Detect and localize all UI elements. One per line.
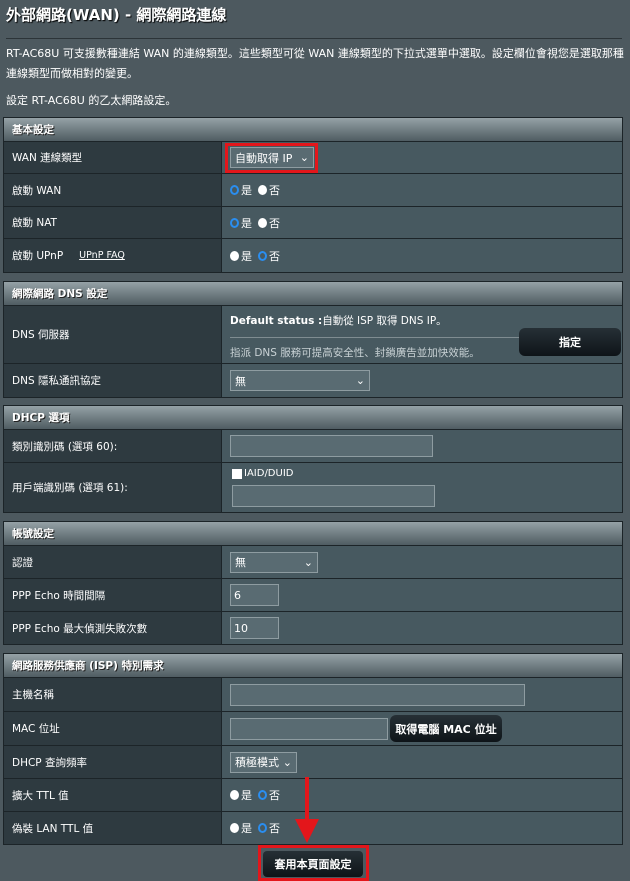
extend-ttl-yes[interactable]: 是 [230, 787, 252, 803]
assign-dns-button[interactable]: 指定 [519, 328, 621, 356]
echo-interval-input[interactable]: 6 [230, 584, 279, 606]
enable-nat-yes[interactable]: 是 [230, 215, 252, 231]
echo-interval-label: PPP Echo 時間間隔 [4, 579, 222, 611]
section-dhcp: DHCP 選項 類別識別碼 (選項 60): 用戶端識別碼 (選項 61): I… [3, 405, 623, 513]
upnp-faq-link[interactable]: UPnP FAQ [79, 250, 125, 261]
section-basic: 基本設定 WAN 連線類型 自動取得 IP ⌄ 啟動 WAN 是否 啟動 NAT … [3, 117, 623, 273]
auth-label: 認證 [4, 546, 222, 578]
section-dns: 網際網路 DNS 設定 DNS 伺服器 Default status :自動從 … [3, 281, 623, 398]
enable-upnp-label: 啟動 UPnP [12, 250, 64, 262]
divider [6, 38, 622, 39]
chevron-down-icon: ⌄ [303, 555, 313, 569]
enable-wan-yes[interactable]: 是 [230, 182, 252, 198]
hostname-input[interactable] [230, 683, 525, 706]
client-id-input[interactable] [232, 485, 435, 507]
dhcp-freq-select[interactable]: 積極模式 ⌄ [230, 751, 297, 773]
echo-fail-input[interactable]: 10 [230, 617, 279, 639]
chevron-down-icon: ⌄ [355, 374, 365, 387]
chevron-down-icon: ⌄ [282, 755, 292, 769]
dhcp-freq-label: DHCP 查詢頻率 [4, 746, 222, 778]
extend-ttl-no[interactable]: 否 [258, 787, 280, 803]
default-status-value: 自動從 ISP 取得 DNS IP。 [322, 315, 447, 327]
enable-upnp-no[interactable]: 否 [258, 248, 280, 264]
section-title: DHCP 選項 [4, 406, 622, 430]
auth-select[interactable]: 無 ⌄ [230, 551, 318, 573]
spoof-ttl-no[interactable]: 否 [258, 820, 280, 836]
get-mac-button[interactable]: 取得電腦 MAC 位址 [390, 715, 502, 742]
wan-type-label: WAN 連線類型 [4, 142, 222, 173]
spoof-ttl-label: 偽裝 LAN TTL 值 [4, 812, 222, 844]
extend-ttl-label: 擴大 TTL 值 [4, 779, 222, 811]
dns-server-label: DNS 伺服器 [4, 306, 222, 363]
mac-label: MAC 位址 [4, 712, 222, 745]
enable-nat-label: 啟動 NAT [4, 207, 222, 238]
section-account: 帳號設定 認證 無 ⌄ PPP Echo 時間間隔 6 PPP Echo 最大偵測… [3, 521, 623, 645]
enable-wan-label: 啟動 WAN [4, 174, 222, 206]
section-title: 網路服務供應商 (ISP) 特別需求 [4, 654, 622, 678]
echo-fail-label: PPP Echo 最大偵測失敗次數 [4, 612, 222, 644]
enable-wan-no[interactable]: 否 [258, 182, 280, 198]
dns-privacy-label: DNS 隱私通訊協定 [4, 364, 222, 397]
mac-input[interactable] [230, 717, 388, 740]
enable-upnp-yes[interactable]: 是 [230, 248, 252, 264]
hostname-label: 主機名稱 [4, 678, 222, 711]
vendor-class-input[interactable] [230, 435, 433, 457]
dns-privacy-select[interactable]: 無 ⌄ [230, 370, 370, 391]
dns-hint: 指派 DNS 服務可提高安全性、封鎖廣告並加快效能。 [230, 347, 480, 359]
section-title: 帳號設定 [4, 522, 622, 546]
vendor-class-label: 類別識別碼 (選項 60): [4, 430, 222, 462]
section-title: 基本設定 [4, 118, 622, 142]
spoof-ttl-yes[interactable]: 是 [230, 820, 252, 836]
iaid-checkbox[interactable]: IAID/DUID [232, 468, 293, 479]
page-title: 外部網路(WAN) - 網際網路連線 [6, 6, 227, 24]
default-status-label: Default status : [230, 315, 323, 327]
apply-button[interactable]: 套用本頁面設定 [263, 851, 363, 877]
page-subtitle: 設定 RT-AC68U 的乙太網路設定。 [6, 94, 177, 107]
enable-nat-no[interactable]: 否 [258, 215, 280, 231]
highlight-box [225, 143, 318, 173]
red-arrow-annotation [295, 777, 319, 843]
page-description: RT-AC68U 可支援數種連結 WAN 的連線類型。這些類型可從 WAN 連線… [6, 47, 624, 80]
section-title: 網際網路 DNS 設定 [4, 282, 622, 306]
client-id-label: 用戶端識別碼 (選項 61): [4, 463, 222, 512]
